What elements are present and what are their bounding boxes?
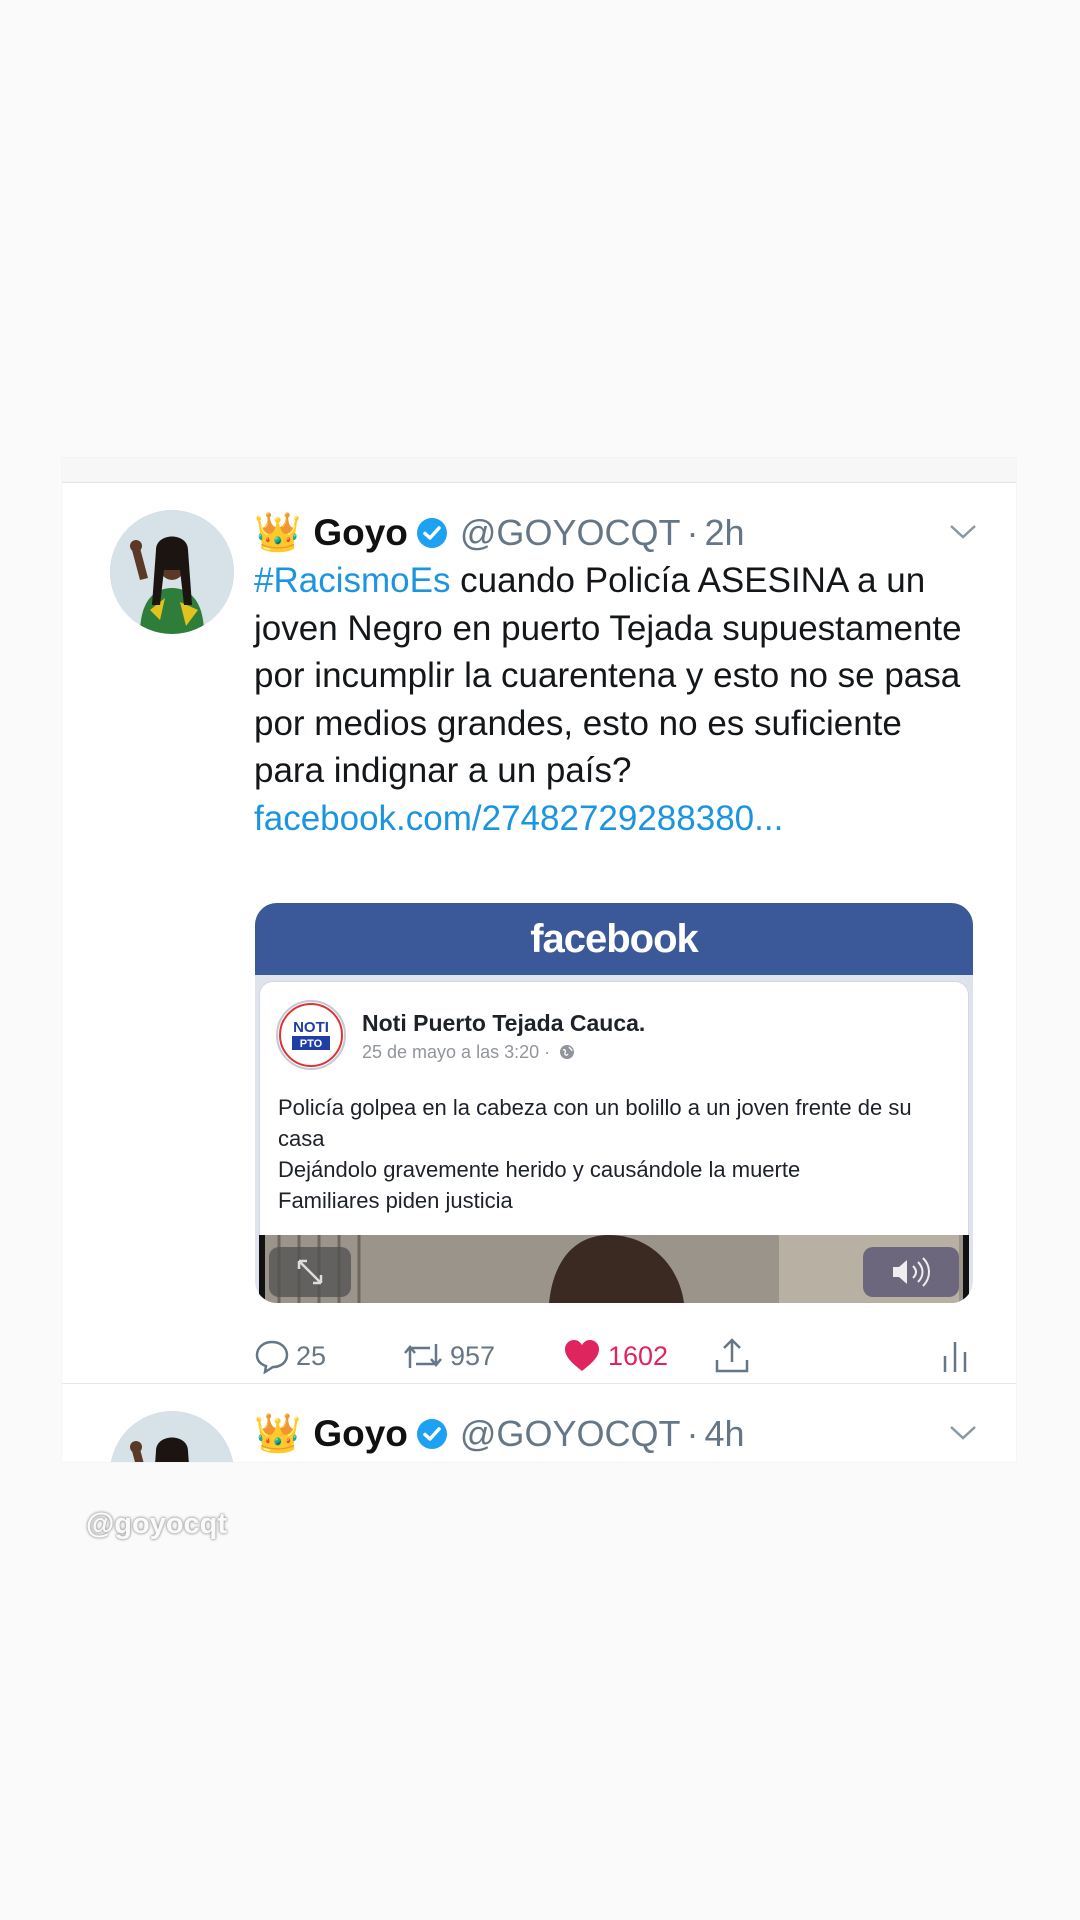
display-name[interactable]: Goyo	[313, 512, 408, 554]
post-date: 25 de mayo a las 3:20 ·	[362, 1042, 575, 1063]
tweet-text: #RacismoEs cuando Policía ASESINA a un j…	[254, 557, 974, 842]
retweet-button[interactable]: 957	[402, 1331, 495, 1381]
crown-emoji: 👑	[254, 512, 302, 554]
timestamp[interactable]: 4h	[704, 1413, 744, 1455]
page-name[interactable]: Noti Puerto Tejada Cauca.	[362, 1010, 645, 1037]
like-count: 1602	[608, 1340, 669, 1371]
reply-count: 25	[296, 1340, 327, 1371]
username-watermark: @goyocqt	[86, 1508, 228, 1540]
logo-text-bottom: PTO	[300, 1038, 323, 1050]
tweet[interactable]: 👑 Goyo @GOYOCQT · 2h #RacismoEs cuando P…	[62, 483, 1016, 1384]
tweet-header: 👑 Goyo @GOYOCQT · 2h	[254, 507, 976, 559]
facebook-post: NOTI PTO Noti Puerto Tejada Cauca. 25 de…	[259, 981, 969, 1237]
previous-tweet-edge	[62, 458, 1016, 483]
avatar[interactable]	[110, 510, 234, 634]
retweet-icon	[404, 1344, 442, 1368]
chevron-down-icon[interactable]	[948, 521, 978, 543]
share-button[interactable]	[712, 1331, 758, 1381]
analytics-button[interactable]	[940, 1331, 976, 1381]
globe-icon	[560, 1045, 575, 1059]
timestamp[interactable]: 2h	[704, 512, 744, 554]
tweet-screenshot-card: 👑 Goyo @GOYOCQT · 2h #RacismoEs cuando P…	[62, 458, 1016, 1462]
facebook-logo: facebook	[255, 903, 973, 975]
page-logo: NOTI PTO	[276, 1000, 346, 1070]
separator-dot: ·	[686, 512, 699, 553]
reply-icon	[255, 1340, 289, 1374]
user-handle[interactable]: @GOYOCQT	[460, 1413, 681, 1455]
tweet-actions: 25 957 1602	[254, 1331, 976, 1381]
video-thumbnail[interactable]	[259, 1235, 969, 1303]
next-tweet[interactable]: 👑 Goyo @GOYOCQT · 4h	[62, 1384, 1016, 1462]
heart-icon	[565, 1340, 599, 1371]
reply-button[interactable]: 25	[254, 1331, 326, 1381]
separator-dot: ·	[686, 1413, 699, 1454]
expand-icon	[297, 1259, 323, 1285]
facebook-link[interactable]: facebook.com/27482729288380...	[254, 795, 974, 843]
post-line: Policía golpea en la cabeza con un bolil…	[278, 1095, 912, 1151]
user-handle[interactable]: @GOYOCQT	[460, 512, 681, 554]
post-text: Policía golpea en la cabeza con un bolil…	[278, 1092, 950, 1216]
share-icon	[715, 1338, 749, 1373]
expand-button[interactable]	[269, 1247, 351, 1297]
analytics-icon	[943, 1342, 967, 1372]
crown-emoji: 👑	[254, 1413, 302, 1455]
speaker-icon	[893, 1257, 930, 1287]
link-preview-card[interactable]: facebook NOTI PTO Noti Puerto Tejada Cau…	[255, 903, 973, 1303]
verified-badge-icon	[416, 1419, 447, 1449]
post-date-text: 25 de mayo a las 3:20 ·	[362, 1042, 551, 1062]
verified-badge-icon	[416, 518, 447, 548]
tweet-header: 👑 Goyo @GOYOCQT · 4h	[254, 1408, 976, 1460]
post-line: Dejándolo gravemente herido y causándole…	[278, 1157, 801, 1182]
post-line: Familiares piden justicia	[278, 1188, 513, 1213]
volume-button[interactable]	[863, 1247, 959, 1297]
logo-text-top: NOTI	[293, 1019, 329, 1036]
chevron-down-icon[interactable]	[948, 1422, 978, 1444]
hashtag-link[interactable]: #RacismoEs	[254, 561, 450, 600]
like-button[interactable]: 1602	[562, 1331, 668, 1381]
display-name[interactable]: Goyo	[313, 1413, 408, 1455]
avatar[interactable]	[110, 1411, 234, 1462]
retweet-count: 957	[450, 1340, 496, 1371]
